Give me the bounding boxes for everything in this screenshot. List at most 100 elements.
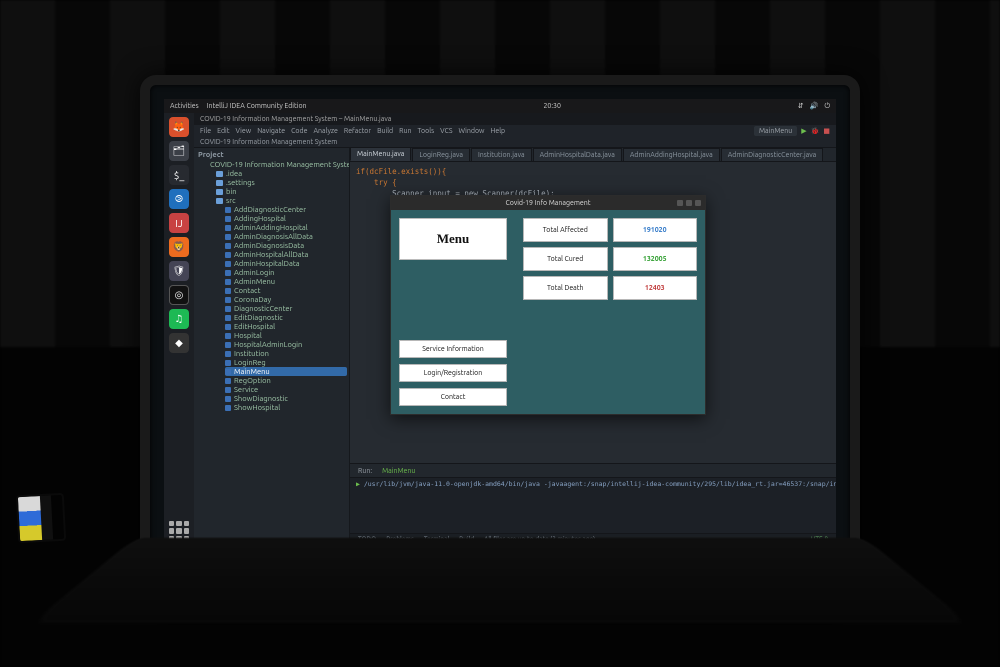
project-tool-window[interactable]: Project COVID-19 Information Management … [194,148,350,545]
console-play-icon[interactable]: ▶ [356,480,364,488]
project-file-label: Institution [234,350,269,358]
dock-files[interactable]: 🗂 [169,141,189,161]
project-file-admindiagnosisalldata[interactable]: AdminDiagnosisAllData [225,232,347,241]
project-file-admindiagnosisdata[interactable]: AdminDiagnosisData [225,241,347,250]
project-file-label: AdminDiagnosisData [234,242,304,250]
project-file-showhospital[interactable]: ShowHospital [225,403,347,412]
dock: 🦊 🗂 $_ ⧁ IJ 🦁 🛡 ◎ ♫ ◆ [164,113,194,545]
project-file-institution[interactable]: Institution [225,349,347,358]
activities-button[interactable]: Activities [170,102,199,110]
project-file-label: DiagnosticCenter [234,305,292,313]
run-button-icon[interactable]: ▶ [801,127,806,135]
project-file-regoption[interactable]: RegOption [225,376,347,385]
project-file-label: LoginReg [234,359,266,367]
maximize-icon[interactable] [686,200,692,206]
total-affected-value: 191020 [613,218,698,242]
menu-navigate[interactable]: Navigate [257,127,285,135]
project-file-adminhospitaldata[interactable]: AdminHospitalData [225,259,347,268]
project-file-showdiagnostic[interactable]: ShowDiagnostic [225,394,347,403]
app-titlebar[interactable]: Covid-19 Info Management [391,196,705,210]
dock-app[interactable]: ◆ [169,333,189,353]
project-file-adminaddinghospital[interactable]: AdminAddingHospital [225,223,347,232]
close-icon[interactable] [695,200,701,206]
project-file-coronaday[interactable]: CoronaDay [225,295,347,304]
run-console[interactable]: ▶ /usr/lib/jvm/java-11.0-openjdk-amd64/b… [350,477,836,533]
rubiks-cube [16,493,66,543]
menu-vcs[interactable]: VCS [440,127,452,135]
project-file-adminhospitalalldata[interactable]: AdminHospitalAllData [225,250,347,259]
contact-button[interactable]: Contact [399,388,507,406]
project-file-label: AdminLogin [234,269,274,277]
editor-tab-loginreg-java[interactable]: LoginReg.java [412,148,470,161]
service-information-button[interactable]: Service Information [399,340,507,358]
total-death-label: Total Death [523,276,608,300]
menu-view[interactable]: View [236,127,252,135]
project-root[interactable]: COVID-19 Information Management System [210,161,350,169]
menu-heading: Menu [399,218,507,260]
menu-analyze[interactable]: Analyze [313,127,337,135]
project-header: Project [198,150,347,160]
app-menu-pane: Menu Service Information Login/Registrat… [391,210,515,414]
project-file-label: CoronaDay [234,296,271,304]
dock-brave[interactable]: 🦁 [169,237,189,257]
run-label: Run: [358,467,372,475]
menu-tools[interactable]: Tools [418,127,435,135]
stop-button-icon[interactable]: ■ [823,127,830,135]
project-file-edithospital[interactable]: EditHospital [225,322,347,331]
login-registration-button[interactable]: Login/Registration [399,364,507,382]
menu-file[interactable]: File [200,127,211,135]
minimize-icon[interactable] [677,200,683,206]
power-icon[interactable]: ⏻ [824,102,830,111]
covid-app-window[interactable]: Covid-19 Info Management Menu Service In… [390,195,706,415]
menu-refactor[interactable]: Refactor [344,127,371,135]
dock-vscode[interactable]: ⧁ [169,189,189,209]
volume-icon[interactable]: 🔊 [810,102,819,111]
project-file-label: Contact [234,287,260,295]
topbar-clock[interactable]: 20:30 [543,102,561,110]
app-stats-pane: Total Affected 191020 Total Cured 132005… [515,210,705,414]
laptop-bezel: Activities IntelliJ IDEA Community Editi… [140,75,860,595]
menu-help[interactable]: Help [490,127,505,135]
debug-button-icon[interactable]: 🐞 [811,127,820,135]
breadcrumb-root[interactable]: COVID-19 Information Management System [200,138,337,146]
folder-settings[interactable]: .settings [226,179,255,187]
project-file-label: AddingHospital [234,215,286,223]
project-file-hospital[interactable]: Hospital [225,331,347,340]
laptop-base [32,538,968,623]
editor-tab-institution-java[interactable]: Institution.java [471,148,532,161]
folder-bin[interactable]: bin [226,188,237,196]
project-file-contact[interactable]: Contact [225,286,347,295]
menu-run[interactable]: Run [399,127,411,135]
dock-privacy[interactable]: 🛡 [169,261,189,281]
project-file-loginreg[interactable]: LoginReg [225,358,347,367]
dock-spotify[interactable]: ♫ [169,309,189,329]
folder-idea[interactable]: .idea [226,170,242,178]
menu-build[interactable]: Build [377,127,393,135]
project-file-label: AdminHospitalAllData [234,251,308,259]
editor-tab-adminaddinghospital-java[interactable]: AdminAddingHospital.java [623,148,720,161]
project-file-hospitaladminlogin[interactable]: HospitalAdminLogin [225,340,347,349]
project-file-diagnosticcenter[interactable]: DiagnosticCenter [225,304,347,313]
menu-edit[interactable]: Edit [217,127,229,135]
editor-tab-mainmenu-java[interactable]: MainMenu.java [350,147,411,161]
dock-intellij[interactable]: IJ [169,213,189,233]
screen: Activities IntelliJ IDEA Community Editi… [164,99,836,545]
folder-src[interactable]: src [226,197,236,205]
project-file-adminmenu[interactable]: AdminMenu [225,277,347,286]
run-config-selector[interactable]: MainMenu [754,126,797,136]
project-file-addinghospital[interactable]: AddingHospital [225,214,347,223]
dock-firefox[interactable]: 🦊 [169,117,189,137]
project-file-service[interactable]: Service [225,385,347,394]
project-file-adminlogin[interactable]: AdminLogin [225,268,347,277]
project-file-adddiagnosticcenter[interactable]: AddDiagnosticCenter [225,205,347,214]
menu-code[interactable]: Code [291,127,307,135]
dock-terminal[interactable]: $_ [169,165,189,185]
network-icon[interactable]: ⇵ [798,102,804,111]
editor-tab-adminhospitaldata-java[interactable]: AdminHospitalData.java [533,148,622,161]
editor-tab-admindiagnosticcenter-java[interactable]: AdminDiagnosticCenter.java [721,148,824,161]
project-file-editdiagnostic[interactable]: EditDiagnostic [225,313,347,322]
menu-window[interactable]: Window [459,127,485,135]
project-file-mainmenu[interactable]: MainMenu [225,367,347,376]
dock-obs[interactable]: ◎ [169,285,189,305]
ide-breadcrumb: COVID-19 Information Management System [194,137,836,148]
